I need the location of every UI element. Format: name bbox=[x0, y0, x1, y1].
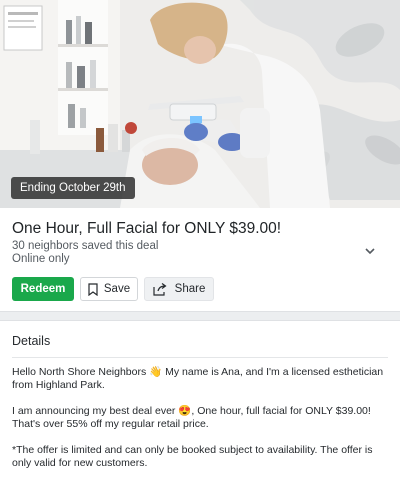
details-paragraph: *The offer is limited and can only be bo… bbox=[12, 444, 373, 469]
chevron-down-icon[interactable] bbox=[363, 244, 377, 258]
redeem-label: Redeem bbox=[20, 283, 66, 295]
details-paragraph: I am announcing my best deal ever 😍, One… bbox=[12, 405, 371, 430]
deal-title: One Hour, Full Facial for ONLY $39.00! bbox=[12, 220, 282, 237]
deal-actions: Redeem Save Share bbox=[12, 277, 214, 301]
save-label: Save bbox=[103, 283, 131, 295]
share-button[interactable]: Share bbox=[144, 277, 214, 301]
ending-date-badge: Ending October 29th bbox=[11, 177, 135, 199]
saved-count: 30 neighbors saved this deal bbox=[12, 240, 159, 252]
deal-hero-image[interactable]: Ending October 29th bbox=[0, 0, 400, 208]
details-paragraph: Hello North Shore Neighbors 👋 My name is… bbox=[12, 366, 384, 391]
details-heading: Details bbox=[12, 334, 51, 348]
redeem-button[interactable]: Redeem bbox=[12, 277, 74, 301]
availability-text: Online only bbox=[12, 253, 70, 265]
share-label: Share bbox=[174, 283, 206, 295]
divider bbox=[12, 357, 388, 358]
share-icon bbox=[153, 282, 167, 296]
save-button[interactable]: Save bbox=[80, 277, 138, 301]
deal-card: Ending October 29th One Hour, Full Facia… bbox=[0, 0, 400, 312]
bookmark-icon bbox=[88, 282, 98, 296]
details-body: Hello North Shore Neighbors 👋 My name is… bbox=[12, 366, 390, 483]
